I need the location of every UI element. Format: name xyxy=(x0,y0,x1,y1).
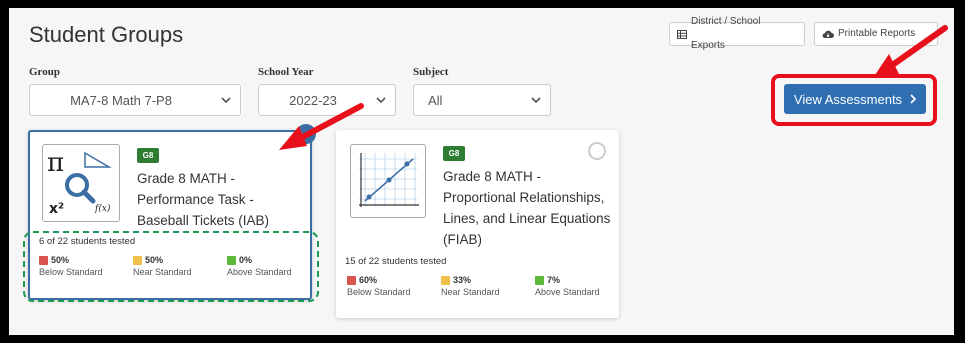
annotation-arrow-to-card xyxy=(279,25,948,150)
screen: Student Groups District / School Exports… xyxy=(9,8,954,335)
